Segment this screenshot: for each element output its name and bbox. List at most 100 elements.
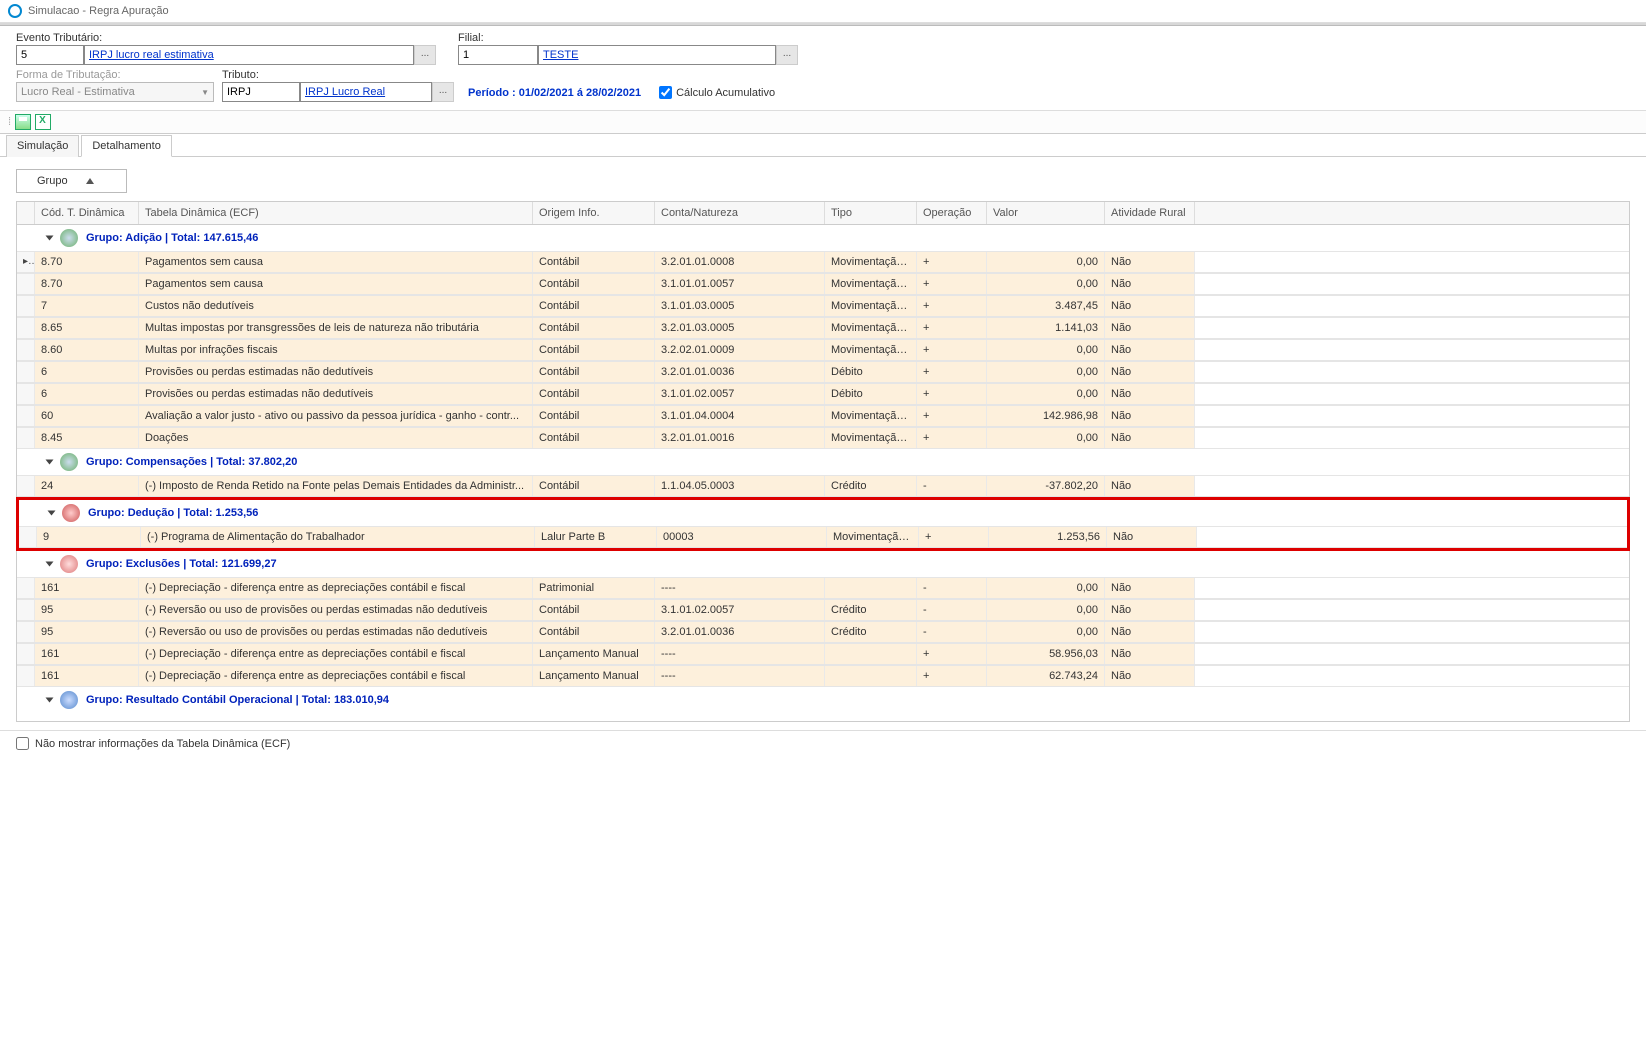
header-tabela[interactable]: Tabela Dinâmica (ECF) — [139, 202, 533, 224]
header-cod[interactable]: Cód. T. Dinâmica — [35, 202, 139, 224]
expand-icon[interactable] — [46, 460, 54, 465]
evento-link[interactable]: IRPJ lucro real estimativa — [89, 49, 214, 61]
cell-conta: 3.2.01.01.0016 — [655, 428, 825, 448]
cell-operacao: - — [917, 600, 987, 620]
row-marker — [17, 622, 35, 642]
app-icon — [8, 4, 22, 18]
table-row[interactable]: 161(-) Depreciação - diferença entre as … — [17, 643, 1629, 665]
table-row[interactable]: ▸8.70Pagamentos sem causaContábil3.2.01.… — [17, 251, 1629, 273]
header-valor[interactable]: Valor — [987, 202, 1105, 224]
cell-rural: Não — [1105, 340, 1195, 360]
table-row[interactable]: 161(-) Depreciação - diferença entre as … — [17, 577, 1629, 599]
table-row[interactable]: 8.45DoaçõesContábil3.2.01.01.0016Movimen… — [17, 427, 1629, 449]
filial-code-input[interactable] — [458, 45, 538, 65]
cell-operacao: + — [919, 527, 989, 547]
cell-tabela: Doações — [139, 428, 533, 448]
cell-valor: 1.253,56 — [989, 527, 1107, 547]
header-tipo[interactable]: Tipo — [825, 202, 917, 224]
filial-link[interactable]: TESTE — [543, 49, 578, 61]
header-conta[interactable]: Conta/Natureza — [655, 202, 825, 224]
cell-valor: 0,00 — [987, 578, 1105, 598]
table-row[interactable]: 8.65Multas impostas por transgressões de… — [17, 317, 1629, 339]
table-row[interactable]: 161(-) Depreciação - diferença entre as … — [17, 665, 1629, 687]
evento-code-input[interactable] — [16, 45, 84, 65]
cell-valor: 0,00 — [987, 252, 1105, 272]
expand-icon[interactable] — [46, 236, 54, 241]
group-by-pill[interactable]: Grupo — [16, 169, 127, 193]
table-row[interactable]: 95(-) Reversão ou uso de provisões ou pe… — [17, 621, 1629, 643]
expand-icon[interactable] — [48, 511, 56, 516]
form-header: Evento Tributário: IRPJ lucro real estim… — [0, 26, 1646, 110]
cell-tabela: Pagamentos sem causa — [139, 274, 533, 294]
table-row[interactable]: 60Avaliação a valor justo - ativo ou pas… — [17, 405, 1629, 427]
table-row[interactable]: 9(-) Programa de Alimentação do Trabalha… — [19, 526, 1627, 548]
row-marker — [17, 274, 35, 294]
expand-icon[interactable] — [46, 562, 54, 567]
cell-valor: 0,00 — [987, 384, 1105, 404]
cell-cod: 6 — [35, 362, 139, 382]
cell-operacao: + — [917, 666, 987, 686]
table-row[interactable]: 95(-) Reversão ou uso de provisões ou pe… — [17, 599, 1629, 621]
cell-rural: Não — [1105, 622, 1195, 642]
group-resultado-icon — [60, 691, 78, 709]
row-marker — [17, 644, 35, 664]
cell-cod: 60 — [35, 406, 139, 426]
group-row-exclusoes[interactable]: Grupo: Exclusões | Total: 121.699,27 — [17, 551, 1629, 577]
table-row[interactable]: 8.70Pagamentos sem causaContábil3.1.01.0… — [17, 273, 1629, 295]
cell-tipo — [825, 644, 917, 664]
header-operacao[interactable]: Operação — [917, 202, 987, 224]
table-row[interactable]: 7Custos não dedutíveisContábil3.1.01.03.… — [17, 295, 1629, 317]
cell-operacao: + — [917, 340, 987, 360]
group-row-deducao[interactable]: Grupo: Dedução | Total: 1.253,56 — [16, 497, 1630, 526]
cell-valor: 0,00 — [987, 340, 1105, 360]
excel-export-icon[interactable] — [35, 114, 51, 130]
sort-asc-icon — [86, 178, 94, 184]
calc-acumulativo-checkbox[interactable]: Cálculo Acumulativo — [659, 86, 775, 102]
cell-origem: Contábil — [533, 428, 655, 448]
group-adicao-icon — [60, 229, 78, 247]
cell-origem: Contábil — [533, 362, 655, 382]
group-row-adicao[interactable]: Grupo: Adição | Total: 147.615,46 — [17, 225, 1629, 251]
group-row-compensacoes[interactable]: Grupo: Compensações | Total: 37.802,20 — [17, 449, 1629, 475]
cell-conta: 3.2.01.01.0036 — [655, 622, 825, 642]
cell-conta: 3.2.01.01.0036 — [655, 362, 825, 382]
tributo-lookup-button[interactable]: ... — [432, 82, 454, 102]
cell-rural: Não — [1105, 428, 1195, 448]
evento-label: Evento Tributário: — [16, 32, 446, 44]
toolbar: ⁞ — [0, 110, 1646, 134]
cell-rural: Não — [1105, 362, 1195, 382]
chevron-down-icon: ▼ — [201, 88, 209, 97]
table-row[interactable]: 24(-) Imposto de Renda Retido na Fonte p… — [17, 475, 1629, 497]
tab-simulacao[interactable]: Simulação — [6, 135, 79, 157]
forma-select[interactable]: Lucro Real - Estimativa ▼ — [16, 82, 214, 102]
footer: Não mostrar informações da Tabela Dinâmi… — [0, 730, 1646, 756]
table-row[interactable]: 8.60Multas por infrações fiscaisContábil… — [17, 339, 1629, 361]
header-rural[interactable]: Atividade Rural — [1105, 202, 1195, 224]
cell-operacao: - — [917, 622, 987, 642]
cell-rural: Não — [1105, 578, 1195, 598]
calc-acumulativo-input[interactable] — [659, 86, 672, 99]
cell-valor: 142.986,98 — [987, 406, 1105, 426]
evento-lookup-button[interactable]: ... — [414, 45, 436, 65]
cell-rural: Não — [1105, 406, 1195, 426]
cell-tabela: (-) Reversão ou uso de provisões ou perd… — [139, 600, 533, 620]
periodo-text: Período : 01/02/2021 á 28/02/2021 — [468, 87, 641, 102]
table-row[interactable]: 6Provisões ou perdas estimadas não dedut… — [17, 383, 1629, 405]
expand-icon[interactable] — [46, 698, 54, 703]
cell-origem: Contábil — [533, 318, 655, 338]
group-row-resultado[interactable]: Grupo: Resultado Contábil Operacional | … — [17, 687, 1629, 721]
table-row[interactable]: 6Provisões ou perdas estimadas não dedut… — [17, 361, 1629, 383]
cell-conta: 3.1.01.02.0057 — [655, 600, 825, 620]
tributo-link[interactable]: IRPJ Lucro Real — [305, 86, 385, 98]
header-origem[interactable]: Origem Info. — [533, 202, 655, 224]
tab-detalhamento[interactable]: Detalhamento — [81, 135, 172, 157]
cell-tipo: Débito — [825, 362, 917, 382]
cell-valor: 3.487,45 — [987, 296, 1105, 316]
save-icon[interactable] — [15, 114, 31, 130]
cell-origem: Contábil — [533, 252, 655, 272]
filial-lookup-button[interactable]: ... — [776, 45, 798, 65]
cell-cod: 161 — [35, 644, 139, 664]
cell-origem: Contábil — [533, 622, 655, 642]
tributo-code-input[interactable] — [222, 82, 300, 102]
hide-ecf-checkbox[interactable] — [16, 737, 29, 750]
